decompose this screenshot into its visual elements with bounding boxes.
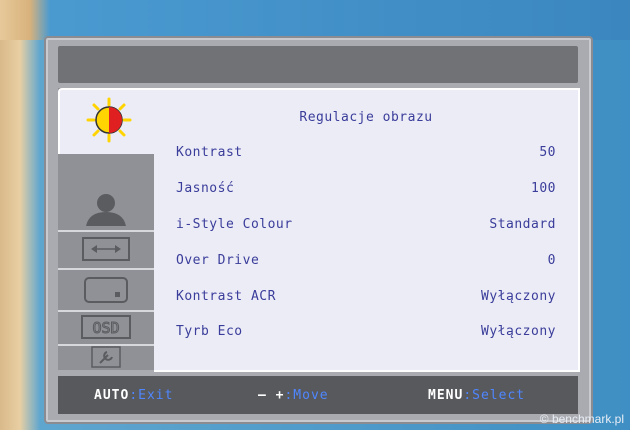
menu-item-contrast[interactable]: Kontrast 50 bbox=[176, 142, 556, 162]
tab-tools[interactable] bbox=[58, 346, 154, 372]
menu-item-value: Wyłączony bbox=[481, 288, 556, 304]
auto-action-label: :Exit bbox=[129, 388, 174, 403]
menu-item-brightness[interactable]: Jasność 100 bbox=[176, 178, 556, 198]
osd-footer-hints: AUTO:Exit — +:Move MENU:Select bbox=[58, 376, 578, 414]
menu-item-istyle-colour[interactable]: i-Style Colour Standard bbox=[176, 214, 556, 234]
move-key-label: — + bbox=[258, 388, 285, 403]
menu-item-label: Kontrast bbox=[176, 144, 243, 160]
menu-title: Regulacje obrazu bbox=[299, 110, 433, 125]
hint-move: — +:Move bbox=[258, 388, 329, 403]
hint-auto-exit: AUTO:Exit bbox=[94, 388, 173, 403]
sun-icon bbox=[86, 97, 132, 147]
desktop-background bbox=[0, 0, 630, 40]
menu-item-value: 50 bbox=[539, 144, 556, 160]
menu-item-label: Tyrb Eco bbox=[176, 323, 243, 339]
menu-action-label: :Select bbox=[463, 388, 526, 403]
svg-text:OSD: OSD bbox=[92, 319, 119, 337]
wrench-icon bbox=[90, 346, 122, 372]
person-icon bbox=[81, 192, 131, 230]
menu-item-label: Jasność bbox=[176, 180, 235, 196]
osd-title-bar bbox=[58, 46, 578, 83]
screen-position-icon bbox=[81, 236, 131, 266]
menu-item-label: Kontrast ACR bbox=[176, 288, 276, 304]
osd-menu: OSD Regulacje obrazu Kontrast 50 Jasność… bbox=[44, 36, 593, 424]
tab-osd[interactable]: OSD bbox=[58, 314, 154, 346]
tab-color[interactable] bbox=[58, 192, 154, 232]
menu-item-label: i-Style Colour bbox=[176, 216, 293, 232]
watermark: © benchmark.pl bbox=[539, 412, 624, 426]
auto-key-label: AUTO bbox=[94, 388, 130, 403]
hint-menu-select: MENU:Select bbox=[428, 388, 525, 403]
tab-picture[interactable] bbox=[58, 88, 158, 154]
osd-label-icon: OSD bbox=[80, 314, 132, 344]
menu-item-value: Wyłączony bbox=[481, 323, 556, 339]
menu-key-label: MENU bbox=[428, 388, 464, 403]
setup-icon bbox=[81, 276, 131, 308]
tab-setup[interactable] bbox=[58, 274, 154, 312]
menu-content-panel: Regulacje obrazu Kontrast 50 Jasność 100… bbox=[154, 88, 580, 372]
osd-body: OSD Regulacje obrazu Kontrast 50 Jasność… bbox=[58, 88, 580, 372]
menu-item-over-drive[interactable]: Over Drive 0 bbox=[176, 250, 556, 270]
menu-item-contrast-acr[interactable]: Kontrast ACR Wyłączony bbox=[176, 286, 556, 306]
move-action-label: :Move bbox=[284, 388, 329, 403]
menu-item-value: 100 bbox=[531, 180, 556, 196]
menu-item-label: Over Drive bbox=[176, 252, 260, 268]
menu-item-value: Standard bbox=[489, 216, 556, 232]
menu-item-value: 0 bbox=[547, 252, 556, 268]
tab-image[interactable] bbox=[58, 234, 154, 270]
menu-item-eco-mode[interactable]: Tyrb Eco Wyłączony bbox=[176, 321, 556, 341]
